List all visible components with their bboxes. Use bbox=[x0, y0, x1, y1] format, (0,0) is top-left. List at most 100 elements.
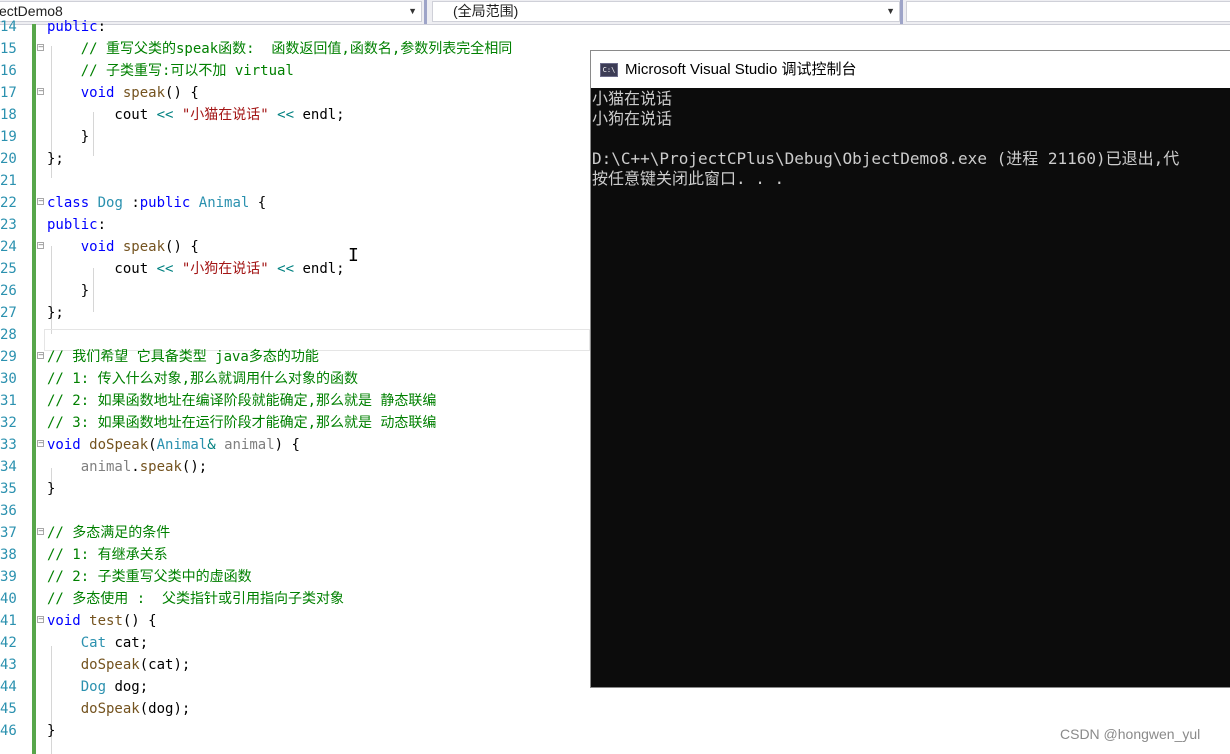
code-text: void doSpeak(Animal& animal) { bbox=[47, 434, 300, 456]
code-token: } bbox=[47, 481, 56, 497]
code-text: // 2: 如果函数地址在编译阶段就能确定,那么就是 静态联编 bbox=[47, 390, 436, 412]
code-text: // 多态满足的条件 bbox=[47, 522, 170, 544]
console-output[interactable]: 小猫在说话 小狗在说话 D:\C++\ProjectCPlus\Debug\Obje… bbox=[591, 88, 1230, 687]
code-token: Dog bbox=[80, 679, 107, 695]
code-text: }; bbox=[47, 302, 64, 324]
code-token: cout bbox=[47, 261, 157, 277]
code-token: speak bbox=[122, 239, 166, 255]
code-token: public bbox=[47, 217, 98, 233]
code-line[interactable]: 14 public​: bbox=[0, 16, 1230, 38]
code-text: class Dog :public Animal { bbox=[47, 192, 266, 214]
code-token: doSpeak bbox=[80, 657, 140, 673]
code-token: Cat bbox=[80, 635, 107, 651]
collapse-icon[interactable]: − bbox=[37, 88, 44, 95]
code-token: () { bbox=[122, 613, 157, 629]
line-number: 42 bbox=[0, 635, 17, 651]
code-token: . bbox=[131, 459, 140, 475]
console-line: D:\C++\ProjectCPlus\Debug\ObjectDemo8.ex… bbox=[592, 149, 1180, 168]
watermark: CSDN @hongwen_yul bbox=[1060, 726, 1201, 742]
line-number: 17 bbox=[0, 85, 17, 101]
code-token: (); bbox=[181, 459, 208, 475]
collapse-icon[interactable]: − bbox=[37, 616, 44, 623]
code-token: Dog bbox=[97, 195, 123, 211]
code-token: : bbox=[122, 195, 140, 211]
console-line: 小狗在说话 bbox=[592, 109, 673, 128]
code-token: void bbox=[47, 613, 81, 629]
code-token: Animal bbox=[156, 437, 208, 453]
code-token: doSpeak bbox=[89, 437, 149, 453]
code-token: // 1: 有继承关系 bbox=[47, 547, 168, 563]
code-text: // 2: 子类重写父类中的虚函数 bbox=[47, 566, 252, 588]
code-text: // 多态使用 : 父类指针或引用指向子类对象 bbox=[47, 588, 344, 610]
code-text: doSpeak(cat); bbox=[47, 654, 191, 676]
code-token: // 重写父类的speak函数: 函数返回值,函数名,参数列表完全相同 bbox=[80, 41, 513, 57]
code-token: : bbox=[97, 217, 107, 233]
line-number: 34 bbox=[0, 459, 17, 475]
line-number: 28 bbox=[0, 327, 17, 343]
code-token: // 我们希望 它具备类型 java多态的功能 bbox=[47, 349, 319, 365]
line-number: 39 bbox=[0, 569, 17, 585]
code-token: ( bbox=[148, 437, 157, 453]
code-text: // 重写父类的speak函数: 函数返回值,函数名,参数列表完全相同 bbox=[47, 38, 513, 60]
code-token: speak bbox=[139, 459, 182, 475]
code-text: doSpeak(dog); bbox=[47, 698, 191, 720]
console-line: 按任意键关闭此窗口. . . bbox=[592, 169, 785, 188]
code-token: << bbox=[156, 261, 174, 277]
code-line[interactable]: 46} bbox=[0, 720, 1230, 742]
code-token: ​: bbox=[97, 19, 107, 35]
text-cursor-icon: I bbox=[348, 245, 359, 266]
line-number: 19 bbox=[0, 129, 17, 145]
line-number: 40 bbox=[0, 591, 17, 607]
code-text: // 1: 传入什么对象,那么就调用什么对象的函数 bbox=[47, 368, 358, 390]
code-token: }; bbox=[47, 305, 64, 321]
line-number: 37 bbox=[0, 525, 17, 541]
line-number: 29 bbox=[0, 349, 17, 365]
code-token: // 2: 如果函数地址在编译阶段就能确定,那么就是 静态联编 bbox=[47, 393, 437, 409]
code-token: // 1: 传入什么对象,那么就调用什么对象的函数 bbox=[47, 371, 358, 387]
code-token: "小狗在说话" bbox=[181, 261, 269, 277]
console-title-bar[interactable]: C:\ Microsoft Visual Studio 调试控制台 bbox=[591, 51, 1230, 88]
code-text: Cat cat; bbox=[47, 632, 148, 654]
code-text: } bbox=[47, 126, 89, 148]
collapse-icon[interactable]: − bbox=[37, 440, 44, 447]
code-text: cout << "小狗在说话" << endl; bbox=[47, 258, 344, 280]
line-number: 14 bbox=[0, 19, 17, 35]
line-number: 21 bbox=[0, 173, 17, 189]
code-text: }; bbox=[47, 148, 64, 170]
code-text: public​: bbox=[47, 16, 106, 38]
code-text: // 我们希望 它具备类型 java多态的功能 bbox=[47, 346, 319, 368]
code-token: // 子类重写:可以不加 virtual bbox=[80, 63, 294, 79]
collapse-icon[interactable]: − bbox=[37, 44, 44, 51]
collapse-icon[interactable]: − bbox=[37, 528, 44, 535]
console-line: 小猫在说话 bbox=[592, 89, 673, 108]
debug-console-window[interactable]: C:\ Microsoft Visual Studio 调试控制台 小猫在说话小… bbox=[590, 50, 1230, 688]
line-number: 15 bbox=[0, 41, 17, 57]
code-text: // 3: 如果函数地址在运行阶段才能确定,那么就是 动态联编 bbox=[47, 412, 436, 434]
line-number: 23 bbox=[0, 217, 17, 233]
line-number: 18 bbox=[0, 107, 17, 123]
code-token: << bbox=[277, 261, 295, 277]
code-line[interactable]: 45 doSpeak(dog); bbox=[0, 698, 1230, 720]
code-text: cout << "小猫在说话" << endl; bbox=[47, 104, 344, 126]
code-token: Animal bbox=[198, 195, 250, 211]
collapse-icon[interactable]: − bbox=[37, 352, 44, 359]
code-token: } bbox=[47, 723, 56, 739]
line-number: 36 bbox=[0, 503, 17, 519]
collapse-icon[interactable]: − bbox=[37, 242, 44, 249]
line-number: 46 bbox=[0, 723, 17, 739]
collapse-icon[interactable]: − bbox=[37, 198, 44, 205]
line-number: 38 bbox=[0, 547, 17, 563]
line-number: 25 bbox=[0, 261, 17, 277]
